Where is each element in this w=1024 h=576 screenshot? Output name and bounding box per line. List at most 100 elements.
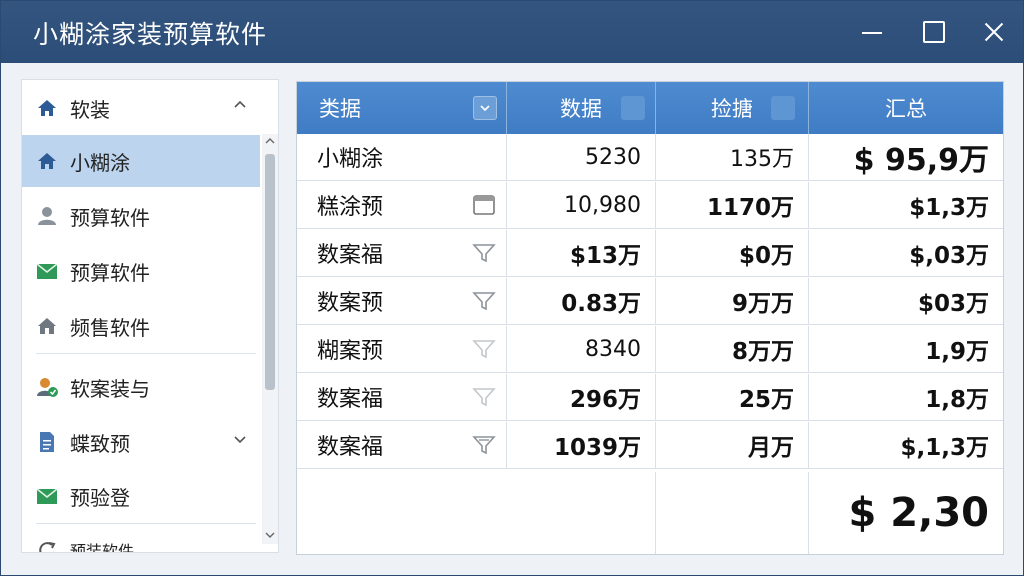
home-icon <box>36 97 58 119</box>
cell-text: $0万 <box>738 243 794 269</box>
maximize-button[interactable] <box>919 17 949 47</box>
table-cell-data[interactable]: 8340 <box>507 326 656 373</box>
cell-text: 9万万 <box>731 291 794 317</box>
chevron-down-icon[interactable] <box>234 433 246 445</box>
house-icon <box>36 315 58 337</box>
app-window: 小糊涂家装预算软件 软装 小糊涂 预算软件 预算软件 频售软件 软案装与 蝶致预… <box>0 0 1024 576</box>
cell-text: 8340 <box>585 336 641 362</box>
calendar-icon[interactable] <box>472 194 496 216</box>
filter-funnel-icon[interactable] <box>472 290 496 312</box>
cell-text: 135万 <box>730 147 794 172</box>
column-header-picked[interactable]: 捡搪 <box>656 82 809 134</box>
table-cell-picked[interactable]: 月万 <box>656 422 809 469</box>
chevron-up-icon[interactable] <box>234 99 246 111</box>
sidebar-item-group-softfurnish[interactable]: 软装 <box>22 82 260 134</box>
table-cell-category[interactable]: 糕涂预 <box>297 182 507 229</box>
sidebar-item-label: 软案装与 <box>70 376 150 401</box>
column-header-label: 数据 <box>560 97 602 121</box>
table-cell-data[interactable]: 1039万 <box>507 422 656 469</box>
cell-text: 数案福 <box>317 435 384 460</box>
total-row-blank <box>656 472 809 554</box>
cell-text: $,03万 <box>909 243 989 269</box>
cell-text: $,1,3万 <box>900 435 990 461</box>
sidebar-item-budget-software-2[interactable]: 预算软件 <box>22 245 260 297</box>
table-cell-summary[interactable]: 1,8万 <box>809 374 1003 421</box>
scrollbar-thumb[interactable] <box>265 154 275 390</box>
cell-text: 数案预 <box>317 291 384 316</box>
column-header-data[interactable]: 数据 <box>507 82 656 134</box>
sidebar-divider <box>36 353 256 354</box>
table-cell-category[interactable]: 数案福 <box>297 374 507 421</box>
sidebar-item-label: 预装软件 <box>70 542 135 553</box>
table-cell-data[interactable]: $13万 <box>507 230 656 277</box>
filter-funnel-icon[interactable] <box>472 386 496 408</box>
sidebar-item-label: 预算软件 <box>70 260 150 285</box>
sidebar-scrollbar[interactable] <box>262 134 278 544</box>
mail-icon <box>36 485 58 507</box>
table-cell-picked[interactable]: 1170万 <box>656 182 809 229</box>
cell-text: 0.83万 <box>561 291 641 317</box>
minimize-button[interactable] <box>858 17 888 47</box>
sidebar-item-label: 蝶致预 <box>70 431 130 456</box>
close-button[interactable] <box>979 17 1009 47</box>
filter-funnel-icon[interactable] <box>472 242 496 264</box>
column-header-summary[interactable]: 汇总 <box>809 82 1003 134</box>
user-icon <box>36 205 58 227</box>
table-cell-category[interactable]: 数案预 <box>297 278 507 325</box>
table-cell-data[interactable]: 5230 <box>507 134 656 181</box>
cell-text: 5230 <box>585 144 641 170</box>
document-icon <box>36 431 58 453</box>
cell-text: 296万 <box>569 387 641 413</box>
table-cell-summary[interactable]: $1,3万 <box>809 182 1003 229</box>
filter-icon[interactable] <box>473 96 497 120</box>
table-cell-category[interactable]: 数案福 <box>297 230 507 277</box>
cell-text: 1,9万 <box>925 339 989 365</box>
cell-text: 1039万 <box>553 435 641 461</box>
table-cell-data[interactable]: 0.83万 <box>507 278 656 325</box>
cell-text: 小糊涂 <box>317 147 384 172</box>
sidebar-item-label: 软装 <box>70 97 110 122</box>
cell-text: $ 95,9万 <box>853 143 989 178</box>
sidebar: 软装 小糊涂 预算软件 预算软件 频售软件 软案装与 蝶致预 预验登 预装软件 <box>21 79 279 553</box>
table-cell-picked[interactable]: $0万 <box>656 230 809 277</box>
scroll-down-icon[interactable] <box>265 530 275 540</box>
sidebar-item-user-check[interactable]: 软案装与 <box>22 361 260 413</box>
filter-funnel-icon[interactable] <box>472 338 496 360</box>
grand-total: $ 2,30 <box>848 490 989 536</box>
user-check-icon <box>36 376 58 398</box>
table-cell-picked[interactable]: 9万万 <box>656 278 809 325</box>
scroll-up-icon[interactable] <box>265 136 275 146</box>
home-icon <box>36 150 58 172</box>
table-cell-category[interactable]: 小糊涂 <box>297 134 507 181</box>
table-cell-summary[interactable]: $,03万 <box>809 230 1003 277</box>
column-header-category[interactable]: 类据 <box>297 82 507 134</box>
column-header-label: 汇总 <box>885 97 927 121</box>
table-cell-picked[interactable]: 8万万 <box>656 326 809 373</box>
sidebar-item-document[interactable]: 蝶致预 <box>22 416 260 468</box>
mail-icon <box>36 260 58 282</box>
filter-funnel-icon[interactable] <box>472 434 496 456</box>
table-cell-data[interactable]: 296万 <box>507 374 656 421</box>
table-cell-data[interactable]: 10,980 <box>507 182 656 229</box>
budget-table: 类据 数据 捡搪 汇总 小糊涂 5230 135万 $ 95,9万 糕涂预 10… <box>296 81 1004 555</box>
sidebar-item-xiaohutu[interactable]: 小糊涂 <box>22 135 260 187</box>
column-header-label: 捡搪 <box>711 97 753 121</box>
table-cell-summary[interactable]: $03万 <box>809 278 1003 325</box>
cell-text: $1,3万 <box>909 195 989 221</box>
cell-text: $13万 <box>569 243 641 269</box>
table-cell-category[interactable]: 数案福 <box>297 422 507 469</box>
table-cell-summary[interactable]: $ 95,9万 <box>809 134 1003 181</box>
sidebar-item-install-software[interactable]: 预装软件 <box>22 524 260 553</box>
sidebar-item-verify[interactable]: 预验登 <box>22 470 260 522</box>
sidebar-item-budget-software[interactable]: 预算软件 <box>22 190 260 242</box>
cell-text: 数案福 <box>317 387 384 412</box>
refresh-icon <box>36 539 58 552</box>
sidebar-item-sales-software[interactable]: 频售软件 <box>22 300 260 352</box>
table-cell-summary[interactable]: $,1,3万 <box>809 422 1003 469</box>
sidebar-item-label: 频售软件 <box>70 315 150 340</box>
sidebar-item-label: 小糊涂 <box>70 150 130 175</box>
table-cell-picked[interactable]: 25万 <box>656 374 809 421</box>
table-cell-summary[interactable]: 1,9万 <box>809 326 1003 373</box>
table-cell-category[interactable]: 糊案预 <box>297 326 507 373</box>
table-cell-picked[interactable]: 135万 <box>656 134 809 181</box>
